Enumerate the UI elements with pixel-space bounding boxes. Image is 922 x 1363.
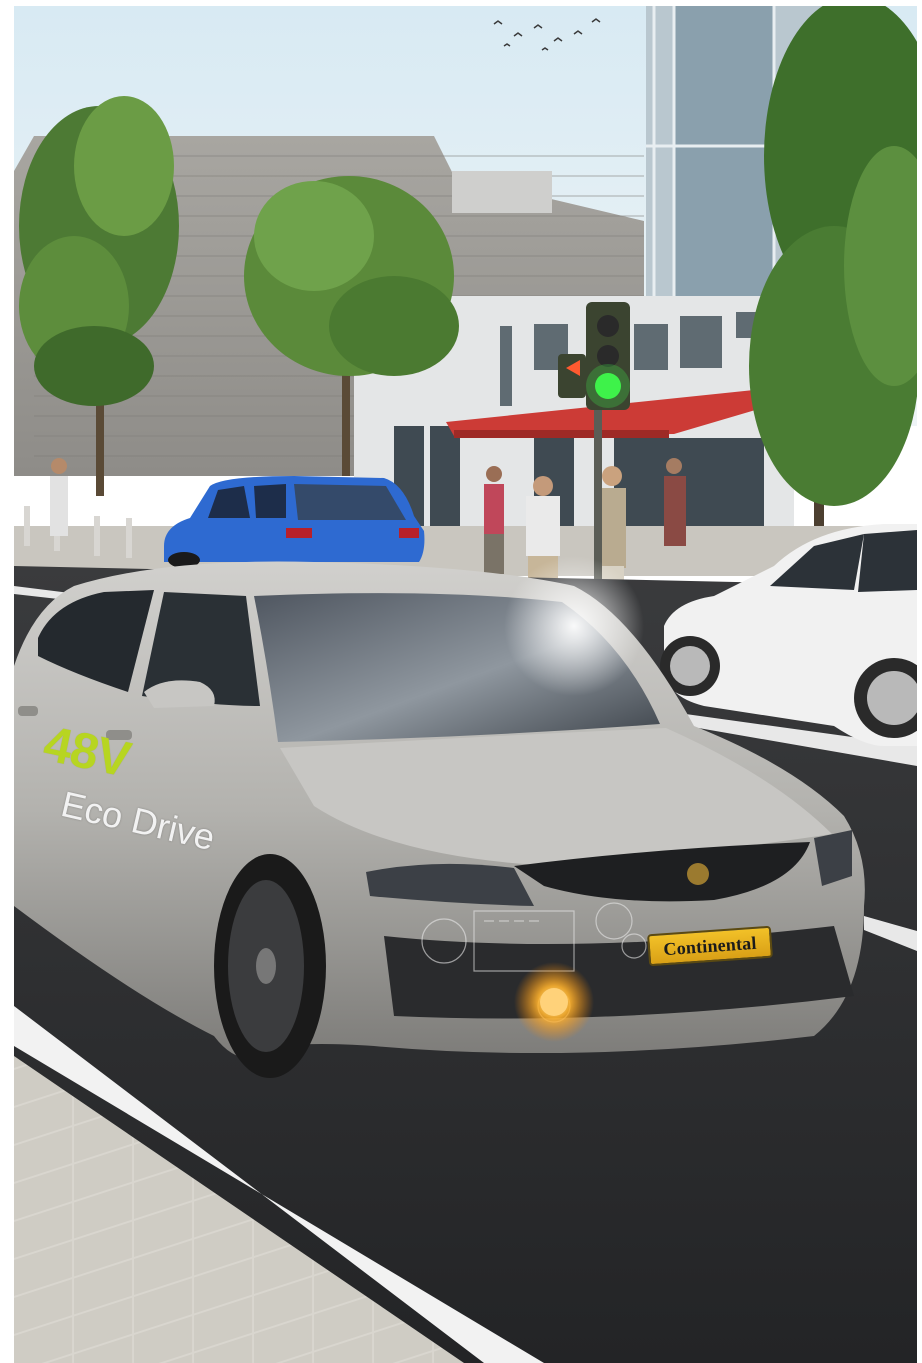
tree-right — [749, 6, 917, 546]
sun-glare — [504, 556, 644, 696]
plate-brand-text: Continental — [662, 932, 758, 959]
rooftop-structure — [452, 171, 552, 213]
blue-car — [164, 476, 425, 568]
street-scene-photo: 48V Eco Drive Continental — [14, 6, 917, 1363]
page: 48V Eco Drive Continental — [0, 0, 922, 1363]
scene-illustration — [14, 6, 917, 1363]
